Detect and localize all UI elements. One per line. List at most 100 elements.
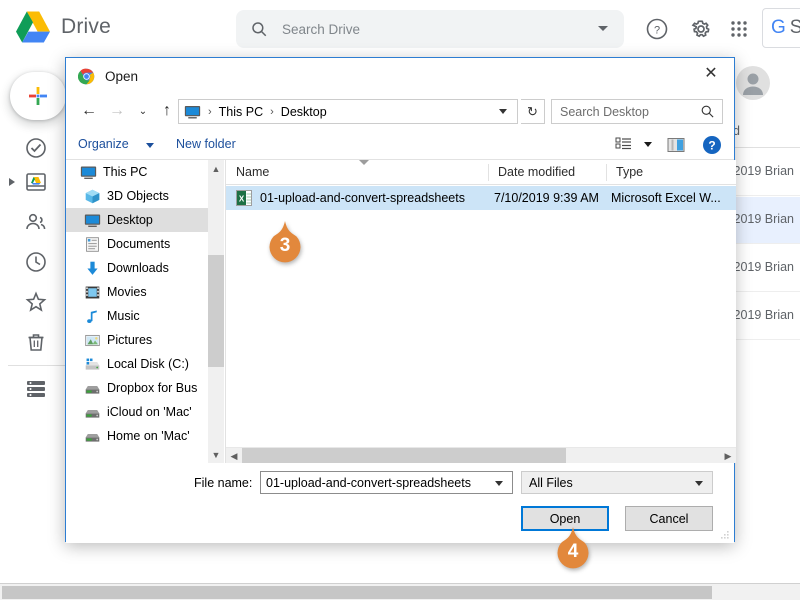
new-button[interactable]: [10, 72, 66, 120]
forward-icon: →: [109, 102, 125, 119]
search-icon: [252, 22, 267, 37]
breadcrumb-this-pc[interactable]: This PC: [219, 105, 263, 119]
plus-icon: [29, 87, 47, 105]
sidebar-item-storage[interactable]: [24, 376, 48, 400]
chevron-down-icon[interactable]: [598, 26, 608, 31]
tree-item-label: iCloud on 'Mac': [107, 405, 192, 419]
file-name-input-value: 01-upload-and-convert-spreadsheets: [266, 475, 471, 490]
preview-pane-icon[interactable]: [666, 135, 686, 155]
gsuite-account-chip[interactable]: G S: [762, 8, 800, 48]
drive-search-placeholder: Search Drive: [282, 21, 361, 37]
callout-badge-3: 3: [263, 221, 307, 273]
tree-item-dropbox-for-bus[interactable]: Dropbox for Bus: [66, 376, 208, 400]
column-header-type[interactable]: Type: [616, 165, 643, 179]
breadcrumb-sep: ›: [270, 105, 274, 118]
sort-ascending-icon: [359, 160, 369, 165]
sidebar-item-my-drive[interactable]: [24, 136, 48, 160]
sidebar-item-shared-drives[interactable]: [24, 170, 48, 194]
column-divider[interactable]: [488, 164, 489, 181]
tree-item-pictures[interactable]: Pictures: [66, 328, 208, 352]
drive-logo-icon: [16, 11, 50, 43]
tree-item-label: Pictures: [107, 333, 153, 347]
cancel-button[interactable]: Cancel: [625, 506, 713, 531]
address-bar[interactable]: › This PC › Desktop: [178, 99, 518, 124]
tree-item-label: This PC: [103, 165, 148, 179]
dialog-search-placeholder: Search Desktop: [560, 104, 649, 119]
file-type: Microsoft Excel W...: [611, 191, 721, 205]
tree-item-movies[interactable]: Movies: [66, 280, 208, 304]
organize-button[interactable]: Organize: [78, 137, 129, 151]
file-list-horizontal-scrollbar[interactable]: ◀ ▶: [226, 447, 736, 464]
file-list-item[interactable]: X 01-upload-and-convert-spreadsheets 7/1…: [226, 186, 736, 210]
scroll-right-icon[interactable]: ▶: [720, 448, 736, 464]
column-header-date-modified[interactable]: Date modified: [498, 165, 575, 179]
column-divider[interactable]: [606, 164, 607, 181]
tree-item-icloud-on-mac[interactable]: iCloud on 'Mac': [66, 400, 208, 424]
drive-header: Drive Search Drive ? G: [0, 0, 800, 58]
scroll-left-icon[interactable]: ◀: [226, 448, 242, 464]
file-type-filter-value: All Files: [529, 475, 573, 490]
help-icon[interactable]: ?: [702, 135, 722, 155]
sidebar-item-starred[interactable]: [24, 290, 48, 314]
local-disk-icon: [85, 358, 100, 370]
avatar[interactable]: [733, 63, 773, 103]
scrollbar-thumb[interactable]: [208, 255, 224, 367]
scroll-down-icon[interactable]: ▼: [208, 446, 224, 463]
tree-item-downloads[interactable]: Downloads: [66, 256, 208, 280]
chevron-down-icon[interactable]: [495, 481, 503, 486]
tree-item-desktop[interactable]: Desktop: [66, 208, 208, 232]
svg-text:?: ?: [654, 25, 660, 37]
page-horizontal-scrollbar[interactable]: [0, 583, 800, 600]
drive-row-meta: , 2019 Brian: [726, 260, 794, 274]
screenshot-root: Drive Search Drive ? G , 2019 Brian , 20…: [0, 0, 800, 600]
scrollbar-thumb[interactable]: [2, 586, 712, 599]
chevron-down-icon[interactable]: [644, 142, 652, 147]
tree-item-local-disk-c[interactable]: Local Disk (C:): [66, 352, 208, 376]
column-header-name[interactable]: Name: [236, 165, 269, 179]
scroll-up-icon[interactable]: ▲: [208, 160, 224, 177]
tree-item-3d-objects[interactable]: 3D Objects: [66, 184, 208, 208]
sidebar-item-recent[interactable]: [24, 250, 48, 274]
chrome-icon: [78, 68, 95, 84]
drive-search-box[interactable]: Search Drive: [236, 10, 624, 48]
new-folder-button[interactable]: New folder: [176, 137, 236, 151]
tree-item-music[interactable]: Music: [66, 304, 208, 328]
chevron-right-icon[interactable]: [9, 178, 15, 186]
view-options-icon[interactable]: [614, 135, 634, 155]
svg-text:X: X: [239, 195, 245, 204]
documents-icon: [86, 236, 99, 252]
open-file-dialog: Open ✕ ← → ⌄ ↑ › This PC › Desktop ↻ Sea…: [65, 57, 736, 543]
network-drive-icon: [85, 433, 100, 442]
chevron-down-icon[interactable]: [695, 481, 703, 486]
network-drive-icon: [85, 409, 100, 418]
file-type-filter-select[interactable]: All Files: [521, 471, 713, 494]
up-one-level-icon[interactable]: ↑: [154, 98, 180, 124]
dialog-title: Open: [105, 68, 139, 84]
tree-item-home-on-mac[interactable]: Home on 'Mac': [66, 424, 208, 448]
scrollbar-thumb[interactable]: [242, 448, 566, 464]
tree-vertical-scrollbar[interactable]: ▲ ▼: [208, 160, 224, 463]
resize-grip-icon[interactable]: [720, 530, 730, 540]
sidebar-item-shared-with-me[interactable]: [24, 210, 48, 234]
this-pc-icon: [184, 105, 201, 118]
chevron-down-icon[interactable]: [146, 143, 154, 148]
tree-item-this-pc[interactable]: This PC: [66, 160, 208, 184]
dialog-nav-bar: ← → ⌄ ↑ › This PC › Desktop ↻ Search Des…: [66, 94, 734, 130]
tree-item-documents[interactable]: Documents: [66, 232, 208, 256]
recent-locations-icon[interactable]: ⌄: [130, 98, 156, 124]
breadcrumb-desktop[interactable]: Desktop: [281, 105, 327, 119]
chevron-down-icon[interactable]: [499, 109, 507, 114]
apps-grid-icon[interactable]: [727, 17, 751, 41]
gear-icon[interactable]: [689, 17, 713, 41]
sidebar-divider: [8, 365, 68, 366]
help-icon[interactable]: ?: [645, 17, 669, 41]
sidebar-item-trash[interactable]: [24, 330, 48, 354]
dialog-search-input[interactable]: Search Desktop: [551, 99, 723, 124]
back-icon[interactable]: ←: [76, 98, 102, 124]
3d-objects-icon: [85, 189, 100, 203]
file-name-input[interactable]: 01-upload-and-convert-spreadsheets: [260, 471, 513, 494]
close-icon[interactable]: ✕: [688, 58, 734, 90]
drive-logo-group[interactable]: Drive: [14, 10, 111, 44]
refresh-icon[interactable]: ↻: [521, 99, 545, 124]
network-drive-icon: [85, 385, 100, 394]
